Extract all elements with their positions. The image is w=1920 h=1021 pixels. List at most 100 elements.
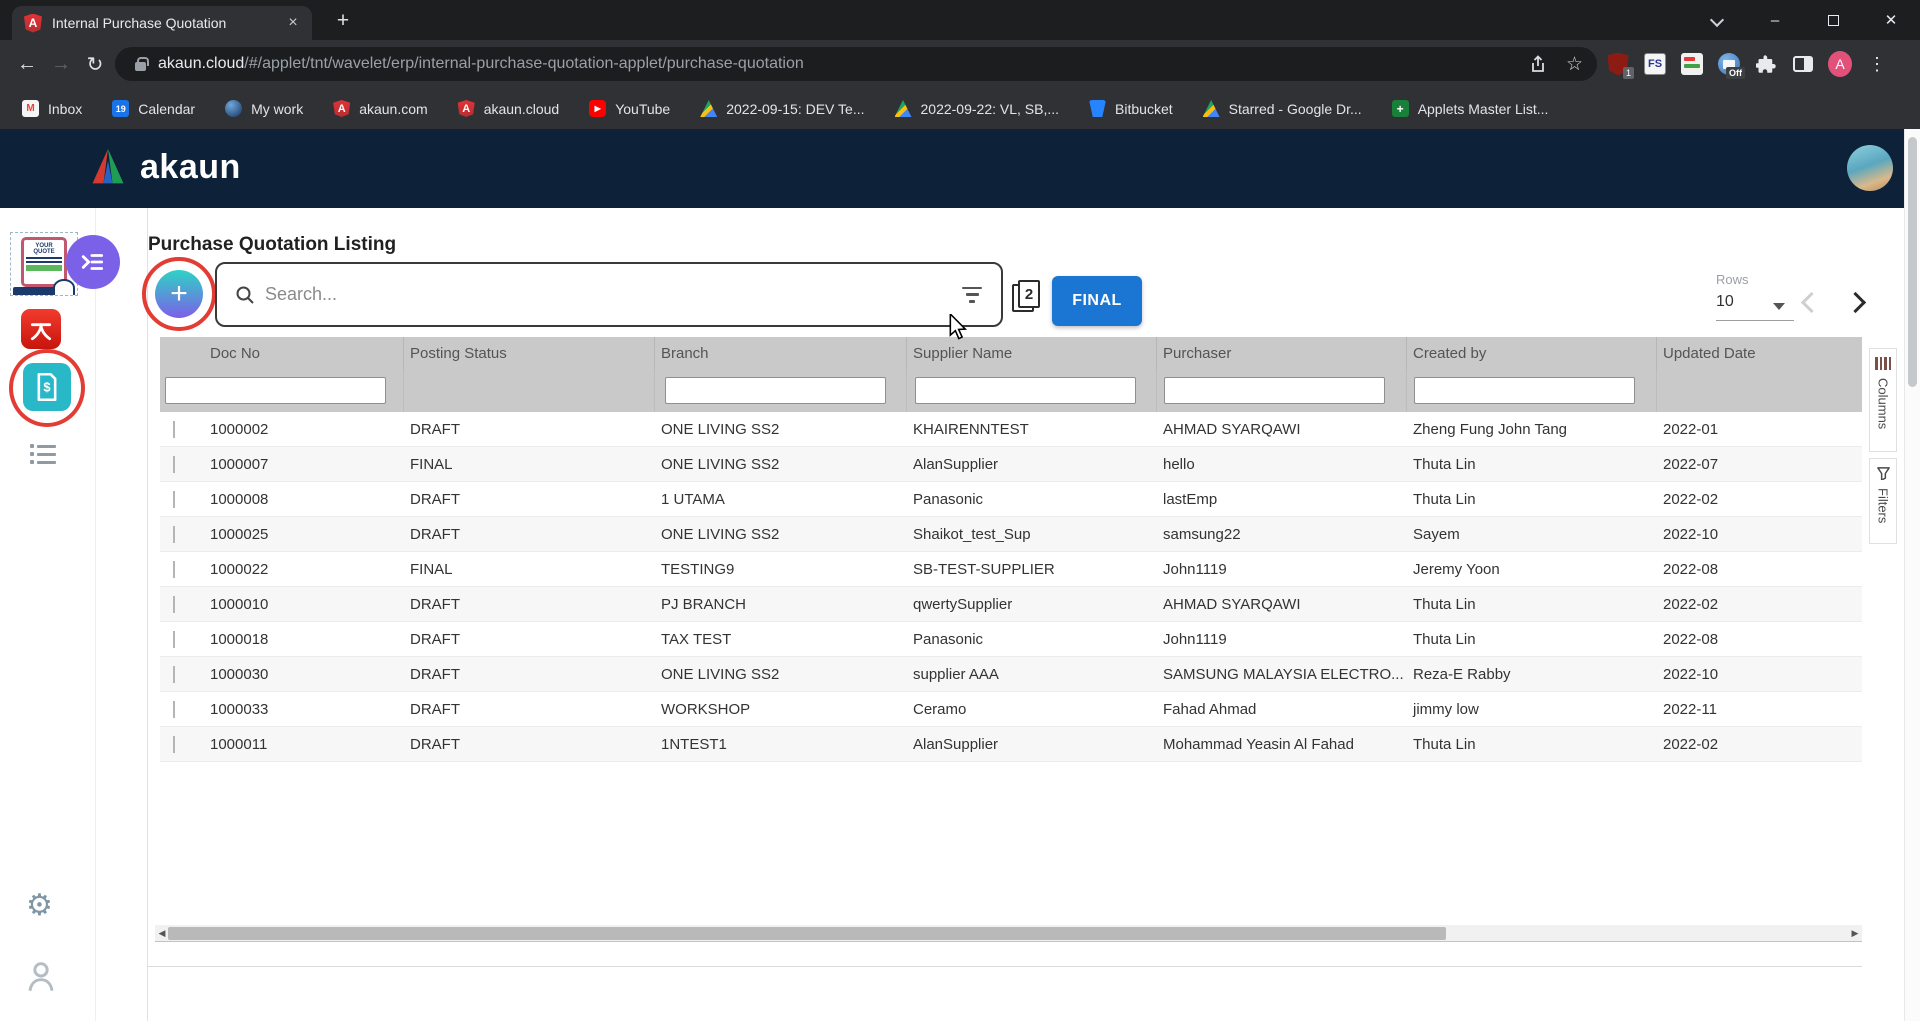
column-header-branch[interactable]: Branch: [655, 337, 907, 370]
lock-icon[interactable]: [135, 62, 146, 71]
bookmark-item[interactable]: Bitbucket: [1089, 100, 1173, 117]
filter-input-doc-no[interactable]: [165, 377, 386, 404]
bookmark-label: My work: [251, 101, 303, 117]
table-row[interactable]: 1000018 DRAFT TAX TEST Panasonic John111…: [160, 622, 1862, 657]
off-extension-icon[interactable]: Off: [1717, 52, 1741, 76]
row-checkbox[interactable]: [173, 456, 175, 473]
row-checkbox[interactable]: [173, 421, 175, 438]
table-row[interactable]: 1000007 FINAL ONE LIVING SS2 AlanSupplie…: [160, 447, 1862, 482]
bookmark-favicon-icon: 19: [112, 100, 129, 117]
rows-dropdown-caret-icon[interactable]: [1773, 303, 1785, 310]
row-checkbox[interactable]: [173, 631, 175, 648]
new-tab-button[interactable]: +: [328, 8, 358, 36]
duplicate-view-button[interactable]: 2: [1012, 280, 1044, 316]
tab-search-chevron-icon[interactable]: [1710, 13, 1724, 27]
previous-page-button[interactable]: [1801, 292, 1822, 313]
table-row[interactable]: 1000030 DRAFT ONE LIVING SS2 supplier AA…: [160, 657, 1862, 692]
row-checkbox[interactable]: [173, 526, 175, 543]
forward-button[interactable]: →: [44, 47, 78, 81]
chrome-menu-icon[interactable]: ⋮: [1865, 52, 1889, 76]
bookmark-item[interactable]: 2022-09-22: VL, SB,...: [895, 100, 1060, 117]
next-page-button[interactable]: [1845, 292, 1866, 313]
column-header-posting-status[interactable]: Posting Status: [404, 337, 655, 370]
row-checkbox[interactable]: [173, 701, 175, 718]
filter-input-branch[interactable]: [665, 377, 886, 404]
filters-side-tab[interactable]: Filters: [1869, 458, 1897, 544]
table-body: 1000002 DRAFT ONE LIVING SS2 KHAIRENNTES…: [160, 412, 1862, 762]
bookmark-item[interactable]: Starred - Google Dr...: [1203, 100, 1362, 117]
add-quotation-button[interactable]: +: [155, 270, 203, 318]
tab-title: Internal Purchase Quotation: [52, 15, 276, 31]
browser-profile-avatar[interactable]: A: [1828, 52, 1852, 76]
page-scrollbar[interactable]: [1904, 129, 1920, 1021]
share-icon[interactable]: [1528, 54, 1548, 74]
user-avatar[interactable]: [1847, 145, 1893, 191]
side-panel-icon[interactable]: [1791, 52, 1815, 76]
column-header-purchaser[interactable]: Purchaser: [1157, 337, 1407, 370]
back-button[interactable]: ←: [10, 47, 44, 81]
window-maximize-button[interactable]: [1804, 0, 1862, 40]
sidebar-item-da-applet[interactable]: [21, 309, 61, 349]
sidebar-item-listing[interactable]: [30, 444, 56, 464]
bookmark-item[interactable]: 2022-09-15: DEV Te...: [700, 100, 864, 117]
row-checkbox[interactable]: [173, 491, 175, 508]
bookmark-item[interactable]: My work: [225, 100, 303, 117]
filter-input-supplier-name[interactable]: [915, 377, 1136, 404]
browser-tab[interactable]: A Internal Purchase Quotation ×: [12, 6, 312, 40]
row-checkbox[interactable]: [173, 561, 175, 578]
cell-branch: 1NTEST1: [655, 736, 907, 753]
row-checkbox[interactable]: [173, 666, 175, 683]
final-button[interactable]: FINAL: [1052, 276, 1142, 326]
table-row[interactable]: 1000025 DRAFT ONE LIVING SS2 Shaikot_tes…: [160, 517, 1862, 552]
bookmark-item[interactable]: 19 Calendar: [112, 100, 195, 117]
bookmark-item[interactable]: ▶ YouTube: [589, 100, 670, 117]
bookmark-item[interactable]: A akaun.cloud: [458, 100, 560, 117]
filter-funnel-icon[interactable]: [961, 287, 983, 303]
scroll-left-arrow-icon[interactable]: ◀: [155, 925, 169, 942]
row-checkbox[interactable]: [173, 596, 175, 613]
table-row[interactable]: 1000008 DRAFT 1 UTAMA Panasonic lastEmp …: [160, 482, 1862, 517]
bookmark-favicon-icon: [895, 100, 912, 117]
bookmark-item[interactable]: A akaun.com: [333, 100, 427, 117]
extensions-puzzle-icon[interactable]: [1754, 52, 1778, 76]
window-controls: – ✕: [1746, 0, 1920, 40]
row-checkbox[interactable]: [173, 736, 175, 753]
fs-extension-icon[interactable]: FS: [1643, 52, 1667, 76]
window-minimize-button[interactable]: –: [1746, 0, 1804, 40]
column-header-created-by[interactable]: Created by: [1407, 337, 1657, 370]
bookmark-item[interactable]: + Applets Master List...: [1392, 100, 1549, 117]
app-header: akaun: [0, 129, 1920, 208]
filter-input-created-by[interactable]: [1414, 377, 1635, 404]
table-row[interactable]: 1000010 DRAFT PJ BRANCH qwertySupplier A…: [160, 587, 1862, 622]
rows-per-page-select[interactable]: 10: [1716, 293, 1734, 311]
settings-gear-icon[interactable]: ⚙: [26, 888, 53, 923]
window-close-button[interactable]: ✕: [1862, 0, 1920, 40]
capture-extension-icon[interactable]: [1680, 52, 1704, 76]
table-row[interactable]: 1000011 DRAFT 1NTEST1 AlanSupplier Moham…: [160, 727, 1862, 762]
filter-input-purchaser[interactable]: [1164, 377, 1385, 404]
table-row[interactable]: 1000002 DRAFT ONE LIVING SS2 KHAIRENNTES…: [160, 412, 1862, 447]
search-input[interactable]: [265, 284, 961, 305]
columns-side-tab[interactable]: Columns: [1869, 348, 1897, 452]
cell-created-by: Zheng Fung John Tang: [1407, 421, 1657, 438]
scroll-right-arrow-icon[interactable]: ▶: [1848, 925, 1862, 942]
sidebar-expand-button[interactable]: [66, 235, 120, 289]
page-scrollbar-thumb[interactable]: [1908, 137, 1917, 387]
account-person-icon[interactable]: [26, 960, 56, 997]
bookmark-item[interactable]: M Inbox: [22, 100, 82, 117]
bookmark-star-icon[interactable]: ☆: [1566, 55, 1583, 74]
refresh-button[interactable]: ↻: [78, 47, 112, 81]
cell-doc-no: 1000025: [204, 526, 404, 543]
akaun-logo[interactable]: akaun: [86, 147, 241, 187]
column-header-updated-date[interactable]: Updated Date: [1657, 337, 1862, 370]
tab-close-icon[interactable]: ×: [284, 14, 302, 32]
address-bar[interactable]: akaun.cloud/#/applet/tnt/wavelet/erp/int…: [115, 47, 1597, 81]
ublock-extension-icon[interactable]: 1: [1606, 52, 1630, 76]
horizontal-scrollbar[interactable]: ◀ ▶: [155, 925, 1862, 942]
horizontal-scrollbar-thumb[interactable]: [168, 927, 1446, 940]
table-row[interactable]: 1000022 FINAL TESTING9 SB-TEST-SUPPLIER …: [160, 552, 1862, 587]
column-header-supplier-name[interactable]: Supplier Name: [907, 337, 1157, 370]
table-row[interactable]: 1000033 DRAFT WORKSHOP Ceramo Fahad Ahma…: [160, 692, 1862, 727]
sidebar-item-purchase-quotation-applet[interactable]: $: [23, 363, 71, 411]
column-header-doc-no[interactable]: Doc No: [204, 337, 404, 370]
